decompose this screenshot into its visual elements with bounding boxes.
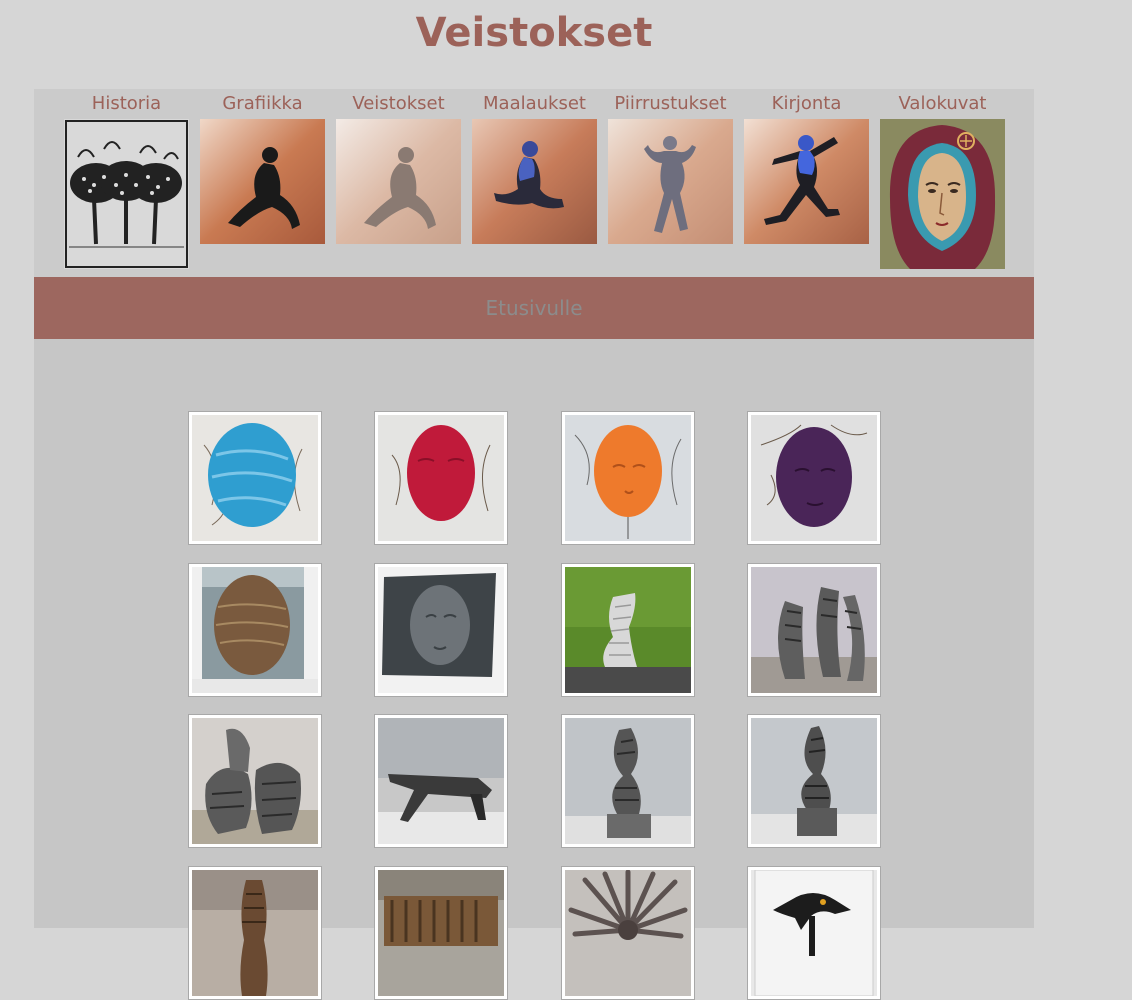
gallery	[34, 339, 1034, 1000]
nav-label[interactable]: Veistokset	[336, 89, 461, 119]
piirrustukset-figure-thumbnail[interactable]	[608, 119, 733, 244]
gallery-item-dark-bench[interactable]	[374, 714, 508, 848]
nav-label[interactable]: Piirrustukset	[608, 89, 733, 119]
gallery-item-blue-mask[interactable]	[188, 411, 322, 545]
nav-label[interactable]: Valokuvat	[880, 89, 1005, 119]
grafiikka-figure-thumbnail[interactable]	[200, 119, 325, 244]
kirjonta-figure-thumbnail[interactable]	[744, 119, 869, 244]
gallery-item-tall-figure[interactable]	[188, 866, 322, 1000]
nav-item-grafiikka[interactable]: Grafiikka	[200, 89, 325, 244]
gallery-item-stone-pair[interactable]	[747, 563, 881, 697]
gallery-item-orange-mask[interactable]	[561, 411, 695, 545]
nav-item-veistokset[interactable]: Veistokset	[336, 89, 461, 244]
nav-label[interactable]: Historia	[64, 89, 189, 119]
nav-label[interactable]: Kirjonta	[744, 89, 869, 119]
gallery-item-red-mask[interactable]	[374, 411, 508, 545]
gallery-item-black-bird-sculpture[interactable]	[747, 866, 881, 1000]
gallery-item-stone-tower-on-grass[interactable]	[561, 563, 695, 697]
home-link[interactable]: Etusivulle	[34, 277, 1034, 339]
nav-item-maalaukset[interactable]: Maalaukset	[472, 89, 597, 244]
gallery-item-stone-face-relief[interactable]	[374, 563, 508, 697]
nav-label[interactable]: Grafiikka	[200, 89, 325, 119]
nav-item-kirjonta[interactable]: Kirjonta	[744, 89, 869, 244]
nav-item-valokuvat[interactable]: Valokuvat	[880, 89, 1005, 269]
gallery-item-stone-pair-tilted[interactable]	[188, 714, 322, 848]
gallery-item-stone-spire-on-base[interactable]	[747, 714, 881, 848]
gallery-item-stone-spire[interactable]	[561, 714, 695, 848]
historia-trees-thumbnail[interactable]	[64, 119, 189, 269]
gallery-item-wooden-mask[interactable]	[188, 563, 322, 697]
nav-menu: Historia Grafiikka Veistokset Maalaukset…	[34, 89, 1034, 277]
nav-label[interactable]: Maalaukset	[472, 89, 597, 119]
veistokset-figure-thumbnail[interactable]	[336, 119, 461, 244]
nav-item-piirrustukset[interactable]: Piirrustukset	[608, 89, 733, 244]
maalaukset-figure-thumbnail[interactable]	[472, 119, 597, 244]
nav-item-historia[interactable]: Historia	[64, 89, 189, 269]
gallery-item-starburst[interactable]	[561, 866, 695, 1000]
gallery-item-rusty-relief[interactable]	[374, 866, 508, 1000]
valokuvat-icon-painting-thumbnail[interactable]	[880, 119, 1005, 269]
gallery-item-purple-mask[interactable]	[747, 411, 881, 545]
page-title: Veistokset	[415, 10, 653, 56]
